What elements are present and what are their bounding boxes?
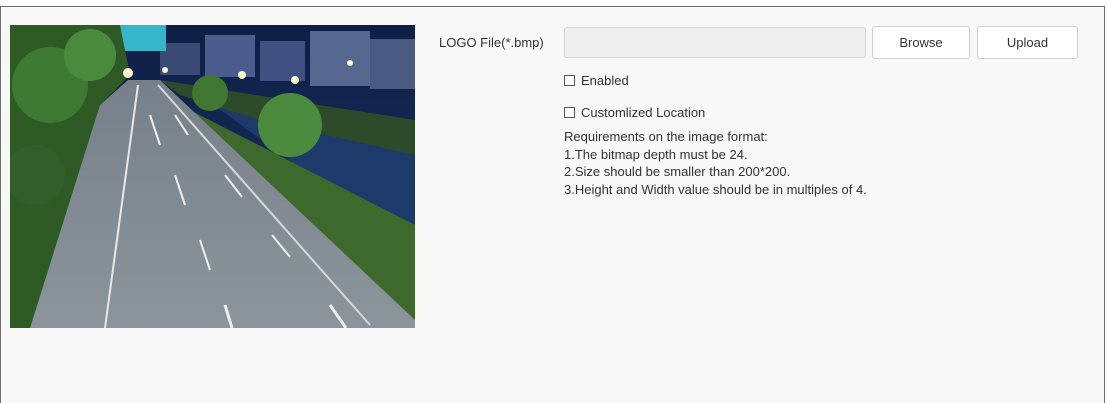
customized-location-label: Customlized Location — [581, 104, 706, 120]
enabled-checkbox[interactable] — [564, 74, 575, 86]
requirements-title: Requirements on the image format: — [564, 129, 768, 144]
requirement-item: 2.Size should be smaller than 200*200. — [564, 164, 791, 179]
logo-file-label: LOGO File(*.bmp) — [439, 35, 544, 50]
logo-file-path-input[interactable] — [564, 27, 866, 58]
enabled-option[interactable]: Enabled — [564, 72, 629, 88]
customized-location-option[interactable]: Customlized Location — [564, 104, 705, 120]
image-format-requirements: Requirements on the image format: 1.The … — [564, 128, 867, 198]
logo-settings-panel: LOGO File(*.bmp) Browse Upload Enabled C… — [0, 6, 1105, 403]
requirement-item: 1.The bitmap depth must be 24. — [564, 146, 748, 162]
browse-button[interactable]: Browse — [872, 26, 970, 59]
requirement-item: 3.Height and Width value should be in mu… — [564, 181, 867, 197]
customized-location-checkbox[interactable] — [564, 106, 575, 118]
camera-preview-image — [10, 25, 415, 328]
upload-button[interactable]: Upload — [977, 26, 1078, 59]
enabled-label: Enabled — [581, 72, 629, 88]
